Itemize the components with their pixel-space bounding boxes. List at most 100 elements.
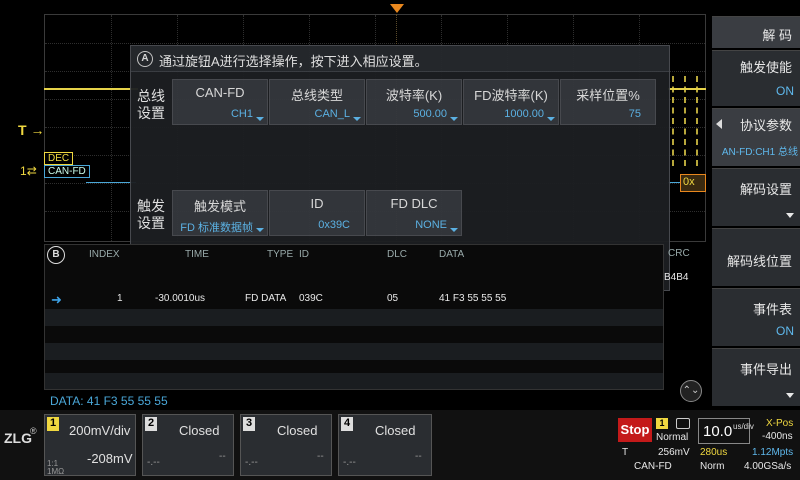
- menu-label: 协议参数: [739, 118, 792, 133]
- menu-event-table[interactable]: 事件表 ON: [712, 288, 800, 346]
- ch1-impedance: 1MΩ: [47, 467, 65, 476]
- ch2-info[interactable]: 2 Closed -.-- --: [142, 414, 234, 476]
- menu-protocol-params[interactable]: 协议参数 AN-FD:CH1 总线: [712, 108, 800, 166]
- ch1-offset: -208mV: [87, 451, 133, 466]
- trigger-label: T: [18, 122, 27, 138]
- ch4-info[interactable]: 4 Closed -.-- --: [338, 414, 432, 476]
- ch1-info[interactable]: 1 200mV/div -208mV 1:1 1MΩ: [44, 414, 136, 476]
- menu-label: 事件表: [752, 302, 792, 317]
- timebase-value: 10.0: [703, 423, 733, 440]
- cell-value: CH1: [230, 108, 253, 120]
- ch4-number: 4: [341, 417, 353, 431]
- cell-data: 41 F3 55 55 55: [439, 293, 507, 304]
- brand-logo: ZLG: [4, 430, 32, 446]
- cell-index: 1: [117, 293, 123, 304]
- cell-trigger-mode[interactable]: 触发模式 FD 标准数据帧: [172, 190, 268, 236]
- cell-value: 0x39C: [318, 219, 350, 231]
- cell-dlc: 05: [387, 293, 399, 304]
- cell-label: CAN-FD: [195, 85, 245, 100]
- cell-fd-baud-rate[interactable]: FD波特率(K) 1000.00: [463, 79, 559, 125]
- ch2-state: Closed: [179, 423, 220, 438]
- cell-baud-rate[interactable]: 波特率(K) 500.00: [366, 79, 462, 125]
- dropdown-icon: [353, 117, 361, 121]
- dropdown-icon: [256, 117, 264, 121]
- ch1-number: 1: [47, 417, 59, 431]
- table-row[interactable]: [45, 326, 663, 343]
- cell-label: 采样位置%: [576, 88, 640, 103]
- table-row[interactable]: 1 -30.0010us FD DATA 039C 05 41 F3 55 55…: [45, 291, 663, 308]
- trigger-letter: T: [622, 447, 629, 458]
- table-row[interactable]: [45, 343, 663, 360]
- cell-fd-dlc[interactable]: FD DLC NONE: [366, 190, 462, 236]
- expand-left-icon: [716, 119, 722, 129]
- cell-sample-point[interactable]: 采样位置% 75: [560, 79, 656, 125]
- menu-sub: ON: [776, 324, 794, 338]
- menu-decode-line-position[interactable]: 解码线位置: [712, 228, 800, 286]
- chevron-down-icon: [786, 393, 794, 398]
- ch1-edge: [684, 76, 686, 166]
- cell-label: 触发模式: [193, 199, 246, 214]
- decode-bus-line: [86, 182, 136, 183]
- menu-sub: AN-FD:CH1 总线: [721, 147, 798, 158]
- table-row[interactable]: [45, 373, 663, 389]
- trigger-level: 256mV: [658, 447, 690, 458]
- cell-bus-type[interactable]: 总线类型 CAN_L: [269, 79, 365, 125]
- knob-a-icon: A: [137, 51, 153, 67]
- trigger-settings-label: 触发设置: [137, 198, 165, 231]
- table-row[interactable]: [45, 309, 663, 326]
- trigger-position-marker[interactable]: [390, 4, 404, 13]
- menu-trigger-enable[interactable]: 触发使能 ON: [712, 50, 800, 106]
- menu-title: 解 码: [712, 16, 800, 48]
- cell-crc: B4B4: [664, 272, 689, 283]
- trigger-level-marker[interactable]: T →: [18, 122, 44, 138]
- run-stop-button[interactable]: Stop: [618, 418, 652, 442]
- data-summary: DATA: 41 F3 55 55 55: [50, 394, 168, 408]
- ch4-state: Closed: [375, 423, 416, 438]
- trigger-source: 1: [656, 418, 668, 429]
- cell-id[interactable]: ID 0x39C: [269, 190, 365, 236]
- cell-protocol[interactable]: CAN-FD CH1: [172, 79, 268, 125]
- timebase-box[interactable]: 10.0 us/div: [698, 418, 754, 444]
- cell-label: ID: [310, 196, 324, 211]
- trigger-mode: Normal: [656, 432, 689, 443]
- menu-label: 事件导出: [739, 362, 792, 377]
- cell-type: FD DATA: [245, 293, 287, 304]
- dropdown-icon: [547, 117, 555, 121]
- grid-line: [111, 15, 112, 241]
- xpos-value: -400ns: [762, 431, 793, 442]
- dialog-message: 通过旋钮A进行选择操作，按下进入相应设置。: [159, 54, 428, 69]
- ch3-offset: --: [317, 451, 324, 462]
- knob-b-icon: B: [47, 246, 65, 264]
- ch2-offset: --: [219, 451, 226, 462]
- menu-title-text: 解 码: [762, 28, 792, 43]
- event-table[interactable]: B INDEX TIME TYPE ID DLC DATA 1 -30.0010…: [44, 244, 664, 390]
- header-index: INDEX: [89, 249, 120, 260]
- ch1-waveform: [44, 88, 138, 90]
- header-time: TIME: [185, 249, 209, 260]
- menu-decode-settings[interactable]: 解码设置: [712, 168, 800, 226]
- header-id: ID: [299, 249, 309, 260]
- xpos-label: X-Pos: [766, 418, 794, 429]
- dropdown-icon: [450, 117, 458, 121]
- acquire-mode: Norm: [700, 461, 725, 472]
- chevron-down-icon: [786, 213, 794, 218]
- menu-label: 解码设置: [739, 182, 792, 197]
- cell-value: 500.00: [413, 108, 447, 120]
- sample-rate: 4.00GSa/s: [744, 461, 792, 472]
- ch3-state: Closed: [277, 423, 318, 438]
- cell-label: 总线类型: [290, 88, 343, 103]
- ch3-number: 3: [243, 417, 255, 431]
- scroll-up-down-icon[interactable]: ⌃⌄: [680, 380, 702, 402]
- dec-tag: DEC: [44, 152, 74, 165]
- can-fd-tag: CAN-FD: [44, 165, 90, 178]
- dropdown-icon: [256, 228, 264, 232]
- ch1-edge: [672, 76, 674, 166]
- menu-event-export[interactable]: 事件导出: [712, 348, 800, 406]
- ch3-info[interactable]: 3 Closed -.-- --: [240, 414, 332, 476]
- header-crc: CRC: [668, 248, 690, 259]
- bus-settings-label: 总线设置: [137, 88, 165, 121]
- ch1-offset-marker[interactable]: 1⇄: [20, 164, 37, 178]
- ch2-number: 2: [145, 417, 157, 431]
- grid-line: [45, 43, 705, 44]
- ch2-value: -.--: [147, 457, 160, 468]
